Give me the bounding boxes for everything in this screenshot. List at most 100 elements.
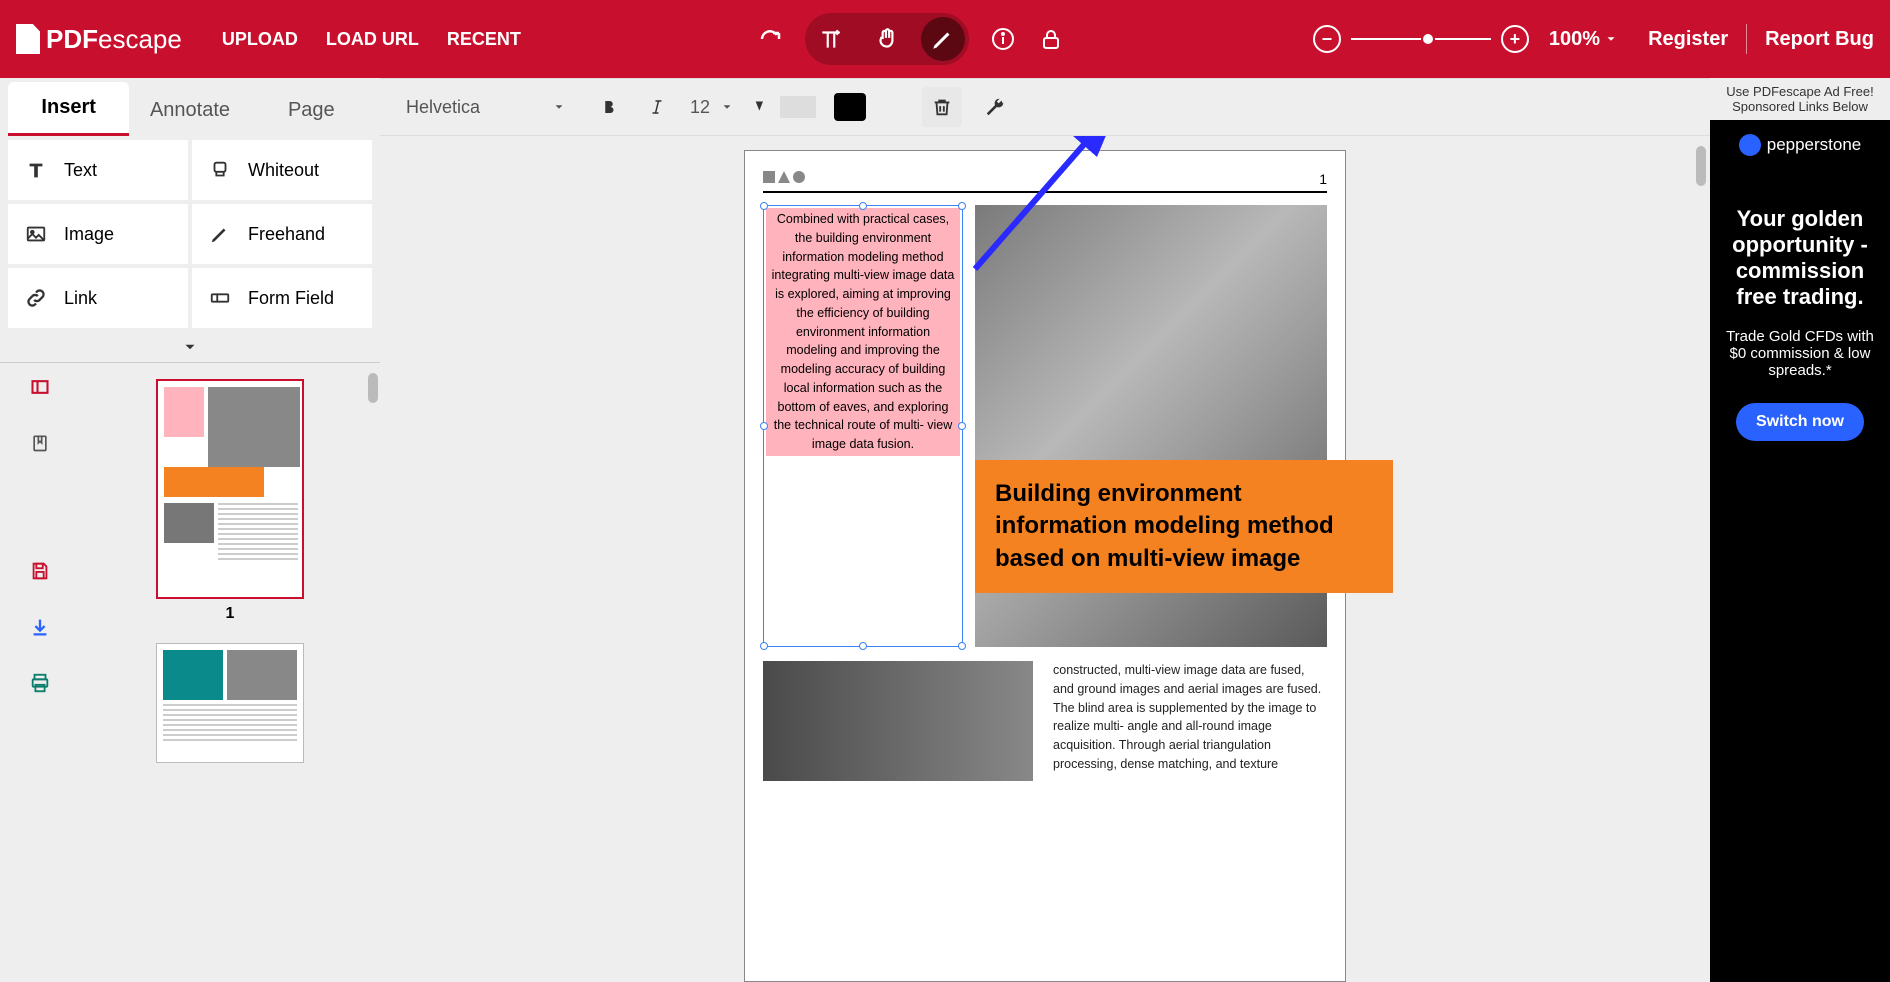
- canvas-scrollbar[interactable]: [1696, 146, 1706, 186]
- register-link[interactable]: Register: [1648, 28, 1728, 51]
- app-header: PDFescape UPLOAD LOAD URL RECENT −: [0, 0, 1890, 78]
- settings-button[interactable]: [980, 92, 1010, 122]
- format-toolbar: Helvetica 12: [380, 78, 1710, 136]
- tool-label: Whiteout: [248, 160, 319, 181]
- divider: [1746, 24, 1747, 54]
- spacing-icon: [752, 96, 774, 118]
- page-thumbnail[interactable]: [156, 643, 304, 763]
- trash-icon: [931, 96, 953, 118]
- whiteout-icon: [208, 158, 232, 182]
- bold-button[interactable]: [594, 92, 624, 122]
- bookmark-icon[interactable]: [28, 431, 52, 455]
- ad-title: Your golden opportunity - commission fre…: [1720, 206, 1880, 310]
- delete-button[interactable]: [922, 87, 962, 127]
- thumbnails: 1: [80, 363, 380, 982]
- redo-icon[interactable]: [757, 25, 785, 53]
- tab-page[interactable]: Page: [251, 85, 372, 136]
- resize-handle[interactable]: [958, 642, 966, 650]
- italic-button[interactable]: [642, 92, 672, 122]
- body-text: constructed, multi-view image data are f…: [1053, 661, 1327, 781]
- spacing-swatch: [780, 96, 816, 118]
- font-select[interactable]: Helvetica: [396, 93, 576, 122]
- save-icon[interactable]: [28, 559, 52, 583]
- left-tabs: Insert Annotate Page: [0, 78, 380, 136]
- zoom-controls: − + 100%: [1313, 25, 1618, 53]
- insert-freehand-button[interactable]: Freehand: [192, 204, 372, 264]
- logo-text: PDFescape: [46, 24, 182, 55]
- zoom-slider[interactable]: [1351, 38, 1491, 40]
- ad-brand-icon: [1739, 134, 1761, 156]
- sponsored-ad[interactable]: pepperstone Your golden opportunity - co…: [1710, 120, 1890, 982]
- ad-brand: pepperstone: [1739, 134, 1862, 156]
- app-logo: PDFescape: [16, 24, 182, 55]
- expand-tools-button[interactable]: [0, 332, 380, 362]
- tab-insert[interactable]: Insert: [8, 82, 129, 136]
- text-color-button[interactable]: [834, 93, 866, 121]
- load-url-button[interactable]: LOAD URL: [326, 29, 419, 50]
- tool-cluster: [805, 13, 969, 65]
- canvas[interactable]: 1 Combined with practical cases, the bui…: [380, 136, 1710, 982]
- upload-button[interactable]: UPLOAD: [222, 29, 298, 50]
- right-rail: Use PDFescape Ad Free! Sponsored Links B…: [1710, 78, 1890, 982]
- insert-link-button[interactable]: Link: [8, 268, 188, 328]
- insert-text-button[interactable]: Text: [8, 140, 188, 200]
- panel-view-icon[interactable]: [28, 375, 52, 399]
- insert-image-button[interactable]: Image: [8, 204, 188, 264]
- ad-cta-button[interactable]: Switch now: [1736, 403, 1864, 441]
- zoom-handle[interactable]: [1421, 32, 1435, 46]
- insert-tools: Text Whiteout Image Freehand Link Form F…: [0, 136, 380, 332]
- hand-tool-icon[interactable]: [865, 17, 909, 61]
- text-icon: [24, 158, 48, 182]
- document-page[interactable]: 1 Combined with practical cases, the bui…: [744, 150, 1346, 982]
- chevron-down-icon: [720, 100, 734, 114]
- tab-annotate[interactable]: Annotate: [129, 85, 250, 136]
- logo-icon: [16, 24, 40, 54]
- zoom-out-button[interactable]: −: [1313, 25, 1341, 53]
- form-field-icon: [208, 286, 232, 310]
- insert-whiteout-button[interactable]: Whiteout: [192, 140, 372, 200]
- letter-spacing-button[interactable]: [752, 96, 816, 118]
- ad-brand-name: pepperstone: [1767, 135, 1862, 155]
- page-shapes-icon: [763, 171, 805, 187]
- print-icon[interactable]: [28, 671, 52, 695]
- info-icon[interactable]: [989, 25, 1017, 53]
- link-icon: [24, 286, 48, 310]
- tool-label: Freehand: [248, 224, 325, 245]
- thumb-scrollbar[interactable]: [368, 373, 378, 403]
- document-title: Building environment information modelin…: [975, 460, 1393, 593]
- thumb-page-number: 1: [156, 605, 304, 623]
- pen-tool-icon[interactable]: [921, 17, 965, 61]
- resize-handle[interactable]: [958, 202, 966, 210]
- thumb-sidebar: [0, 363, 80, 982]
- tool-label: Form Field: [248, 288, 334, 309]
- resize-handle[interactable]: [958, 422, 966, 430]
- resize-handle[interactable]: [859, 642, 867, 650]
- lock-icon[interactable]: [1037, 25, 1065, 53]
- tool-label: Image: [64, 224, 114, 245]
- selected-text-box[interactable]: Combined with practical cases, the build…: [763, 205, 963, 647]
- download-icon[interactable]: [28, 615, 52, 639]
- selected-text-content[interactable]: Combined with practical cases, the build…: [766, 208, 960, 456]
- chevron-down-icon: [1604, 32, 1618, 46]
- page-header: 1: [763, 171, 1327, 193]
- resize-handle[interactable]: [760, 422, 768, 430]
- chevron-down-icon: [552, 100, 566, 114]
- page-thumbnail[interactable]: 1: [156, 379, 304, 623]
- resize-handle[interactable]: [760, 202, 768, 210]
- font-name: Helvetica: [406, 97, 480, 118]
- ad-label: Use PDFescape Ad Free! Sponsored Links B…: [1710, 78, 1890, 120]
- text-tool-icon[interactable]: [809, 17, 853, 61]
- zoom-dropdown[interactable]: 100%: [1549, 28, 1618, 51]
- image-icon: [24, 222, 48, 246]
- center-tools: [757, 13, 1065, 65]
- resize-handle[interactable]: [859, 202, 867, 210]
- zoom-in-button[interactable]: +: [1501, 25, 1529, 53]
- font-size-select[interactable]: 12: [690, 97, 734, 118]
- freehand-icon: [208, 222, 232, 246]
- hero-image: Building environment information modelin…: [975, 205, 1327, 647]
- recent-button[interactable]: RECENT: [447, 29, 521, 50]
- insert-form-field-button[interactable]: Form Field: [192, 268, 372, 328]
- report-bug-link[interactable]: Report Bug: [1765, 28, 1874, 51]
- thumbnail-area: 1: [0, 362, 380, 982]
- resize-handle[interactable]: [760, 642, 768, 650]
